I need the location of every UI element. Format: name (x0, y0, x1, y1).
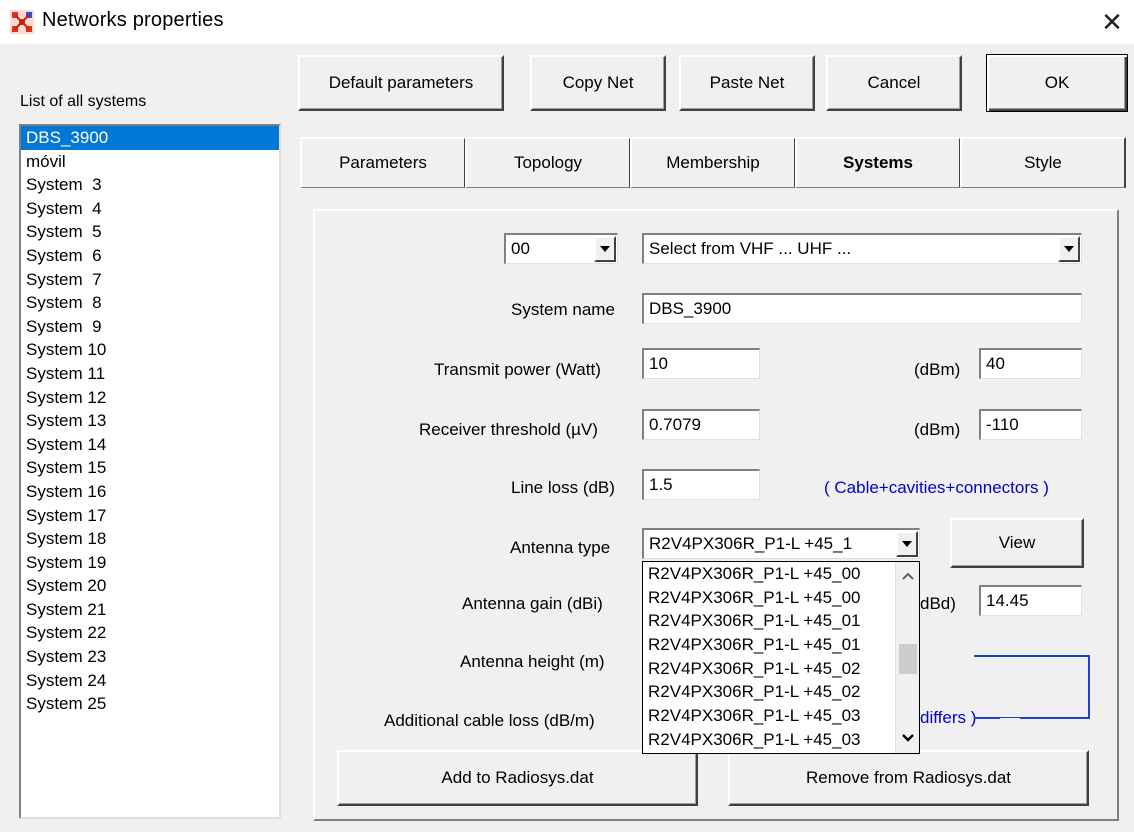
system-name-label: System name (511, 300, 615, 319)
list-item[interactable]: System 22 (21, 621, 279, 645)
list-item[interactable]: System 5 (21, 220, 279, 244)
chevron-down-icon[interactable] (896, 531, 918, 557)
dropdown-option[interactable]: R2V4PX306R_P1-L +45_00 (643, 562, 895, 586)
dropdown-option[interactable]: R2V4PX306R_P1-L +45_00 (643, 586, 895, 610)
remove-from-radiosys-button[interactable]: Remove from Radiosys.dat (728, 750, 1089, 806)
receiver-threshold-label: Receiver threshold (µV) (419, 420, 598, 439)
antenna-height-label: Antenna height (m) (460, 652, 605, 671)
differs-note: differs ) (920, 708, 977, 727)
list-item[interactable]: System 21 (21, 598, 279, 622)
transmit-dbm-field[interactable]: 40 (979, 348, 1082, 379)
antenna-gain-dbd-label: dBd) (920, 594, 956, 613)
antenna-type-value: R2V4PX306R_P1-L +45_1 (649, 534, 853, 553)
list-item[interactable]: System 8 (21, 291, 279, 315)
bracket-line (974, 655, 1090, 719)
line-loss-field[interactable]: 1.5 (642, 469, 760, 500)
transmit-power-field[interactable]: 10 (642, 348, 760, 379)
antenna-type-dropdown-list[interactable]: R2V4PX306R_P1-L +45_00 R2V4PX306R_P1-L +4… (642, 561, 920, 754)
list-item[interactable]: System 10 (21, 338, 279, 362)
list-item[interactable]: System 17 (21, 504, 279, 528)
antenna-gain-label: Antenna gain (dBi) (462, 594, 603, 613)
scroll-up-icon[interactable] (896, 566, 919, 586)
line-loss-label: Line loss (dB) (511, 478, 615, 497)
list-item[interactable]: System 12 (21, 386, 279, 410)
dropdown-option[interactable]: R2V4PX306R_P1-L +45_01 (643, 609, 895, 633)
app-icon (10, 10, 34, 34)
list-item[interactable]: System 7 (21, 268, 279, 292)
antenna-type-label: Antenna type (510, 538, 611, 557)
copy-net-button[interactable]: Copy Net (530, 55, 666, 111)
system-name-field[interactable]: DBS_3900 (642, 293, 1082, 324)
additional-cable-loss-label: Additional cable loss (dB/m) (384, 711, 595, 730)
receiver-threshold-field[interactable]: 0.7079 (642, 409, 760, 440)
list-item[interactable]: System 15 (21, 456, 279, 480)
add-to-radiosys-button[interactable]: Add to Radiosys.dat (337, 750, 698, 806)
list-item[interactable]: System 24 (21, 669, 279, 693)
dropdown-option[interactable]: R2V4PX306R_P1-L +45_02 (643, 657, 895, 681)
tab-topology[interactable]: Topology (465, 137, 631, 188)
dropdown-option[interactable]: R2V4PX306R_P1-L +45_02 (643, 680, 895, 704)
receiver-dbm-field[interactable]: -110 (979, 409, 1082, 440)
list-item[interactable]: System 16 (21, 480, 279, 504)
chevron-down-icon[interactable] (1058, 236, 1080, 262)
default-parameters-button[interactable]: Default parameters (298, 55, 504, 111)
line-loss-note: ( Cable+cavities+connectors ) (824, 478, 1049, 497)
list-item[interactable]: móvil (21, 150, 279, 174)
dropdown-option[interactable]: R2V4PX306R_P1-L +45_03 (643, 704, 895, 728)
list-item[interactable]: DBS_3900 (21, 126, 279, 150)
list-item[interactable]: System 9 (21, 315, 279, 339)
bracket-gap (1000, 718, 1020, 724)
tab-membership[interactable]: Membership (630, 137, 796, 188)
system-number-value: 00 (511, 239, 530, 258)
list-item[interactable]: System 23 (21, 645, 279, 669)
view-button[interactable]: View (950, 518, 1084, 568)
chevron-down-icon[interactable] (594, 236, 616, 262)
list-item[interactable]: System 18 (21, 527, 279, 551)
ok-button[interactable]: OK (986, 54, 1128, 112)
list-item[interactable]: System 20 (21, 574, 279, 598)
dropdown-option[interactable]: R2V4PX306R_P1-L +45_03 (643, 728, 895, 752)
close-icon[interactable]: ✕ (1097, 8, 1127, 38)
list-item[interactable]: System 6 (21, 244, 279, 268)
scroll-down-icon[interactable] (896, 728, 919, 748)
band-select-combo[interactable]: Select from VHF ... UHF ... (642, 233, 1082, 264)
list-item[interactable]: System 4 (21, 197, 279, 221)
list-item[interactable]: System 11 (21, 362, 279, 386)
tab-style[interactable]: Style (960, 137, 1126, 188)
paste-net-button[interactable]: Paste Net (679, 55, 815, 111)
antenna-gain-dbd-field[interactable]: 14.45 (979, 585, 1082, 616)
list-item[interactable]: System 13 (21, 409, 279, 433)
system-number-combo[interactable]: 00 (504, 233, 618, 264)
list-item[interactable]: System 25 (21, 692, 279, 716)
dropdown-option[interactable]: R2V4PX306R_P1-L +45_01 (643, 633, 895, 657)
list-item[interactable]: System 19 (21, 551, 279, 575)
scroll-thumb[interactable] (899, 644, 917, 674)
antenna-type-combo[interactable]: R2V4PX306R_P1-L +45_1 (642, 528, 920, 559)
receiver-dbm-label: (dBm) (914, 420, 961, 439)
cancel-button[interactable]: Cancel (826, 55, 962, 111)
list-item[interactable]: System 14 (21, 433, 279, 457)
systems-list-label: List of all systems (20, 93, 147, 110)
transmit-power-label: Transmit power (Watt) (434, 360, 601, 379)
tab-systems[interactable]: Systems (795, 137, 961, 188)
tab-parameters[interactable]: Parameters (300, 137, 466, 188)
systems-listbox[interactable]: DBS_3900 móvil System 3 System 4 System 5 Sys… (19, 124, 281, 819)
window-title: Networks properties (42, 9, 224, 31)
list-item[interactable]: System 3 (21, 173, 279, 197)
dropdown-scrollbar[interactable] (895, 562, 919, 753)
transmit-dbm-label: (dBm) (914, 360, 961, 379)
band-select-value: Select from VHF ... UHF ... (649, 239, 852, 258)
